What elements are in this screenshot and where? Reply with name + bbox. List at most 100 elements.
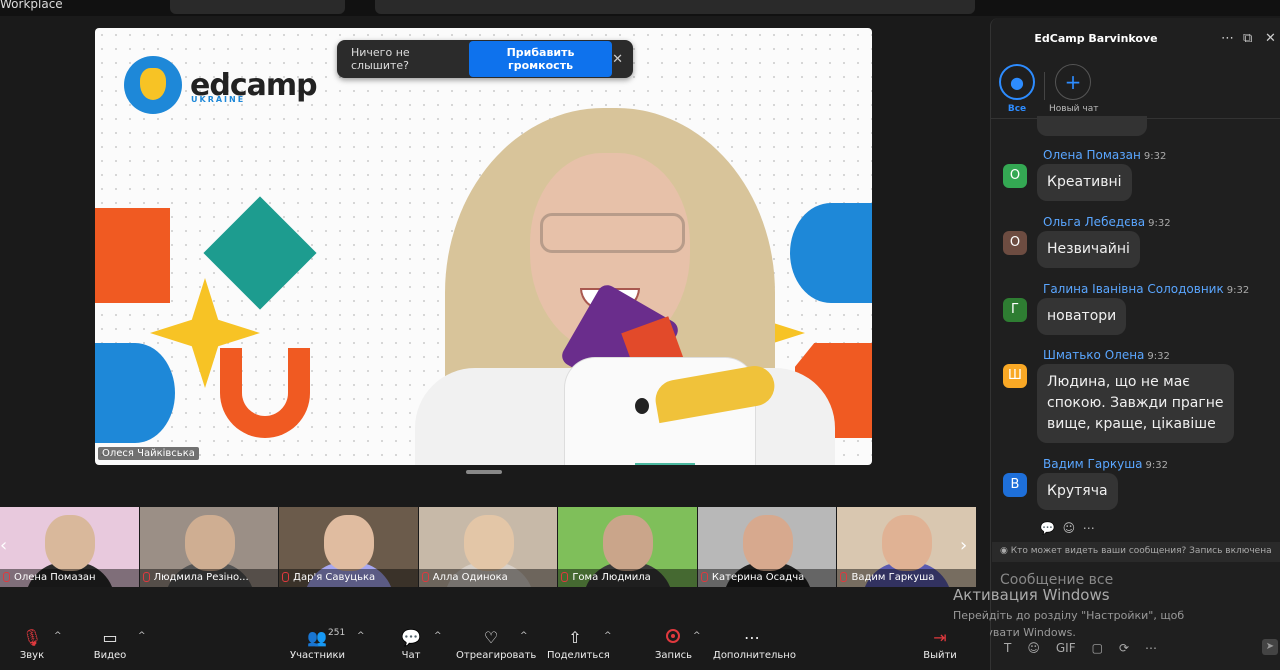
channel-new-chat[interactable]: + Новый чат xyxy=(1049,64,1098,114)
participant-tile[interactable]: Дар'я Савуцька xyxy=(279,507,418,587)
participant-tile[interactable]: Гома Людмила xyxy=(558,507,697,587)
meeting-toolbar: 🎙 Звук ^ ▭ Видео ^ 👥 251 Участники ^ 💬 Ча… xyxy=(0,622,990,670)
chevron-up-icon[interactable]: ^ xyxy=(138,631,146,641)
mic-off-icon xyxy=(3,572,10,582)
audio-label: Звук xyxy=(19,650,45,661)
emoji-icon[interactable]: ☺ xyxy=(1063,521,1076,535)
top-strip: Workplace xyxy=(0,0,1280,16)
audio-toast: Ничего не слышите? Прибавить громкость ✕ xyxy=(337,40,633,78)
screenshot-icon[interactable]: ⟳ xyxy=(1119,641,1129,655)
avatar: Ш xyxy=(1003,364,1027,388)
more-button[interactable]: ⋯ Дополнительно xyxy=(713,628,796,661)
share-label: Поделиться xyxy=(547,650,610,661)
message-sender[interactable]: Вадим Гаркуша 9:32 xyxy=(1043,457,1168,471)
file-icon[interactable]: ▢ xyxy=(1092,641,1103,655)
visibility-text: Кто может видеть ваши сообщения? Запись … xyxy=(1010,546,1272,556)
chevron-up-icon[interactable]: ^ xyxy=(520,631,528,641)
participant-name: Олена Помазан xyxy=(0,569,139,587)
more-icon[interactable]: ⋯ xyxy=(1145,641,1157,655)
message-line: Крутяча xyxy=(1047,483,1108,499)
message-bubble[interactable]: Незвичайні xyxy=(1037,231,1140,268)
chevron-left-icon[interactable]: ‹ xyxy=(0,535,7,556)
mic-off-icon xyxy=(561,572,569,582)
participant-name: Дар'я Савуцька xyxy=(279,569,418,587)
mic-off-icon xyxy=(421,572,429,582)
message-line: Креативні xyxy=(1047,174,1122,190)
active-speaker-name: Олеся Чайківська xyxy=(98,447,199,460)
avatar: В xyxy=(1003,473,1027,497)
eye-icon: ◉ xyxy=(1000,546,1011,556)
message-actions: 💬 ☺ ⋯ xyxy=(1040,521,1095,535)
leave-label: Выйти xyxy=(923,650,957,661)
more-icon[interactable]: ⋯ xyxy=(1221,31,1234,46)
tab-2[interactable] xyxy=(375,0,975,14)
chat-label: Чат xyxy=(401,650,421,661)
more-icon[interactable]: ⋯ xyxy=(1083,521,1095,535)
resize-handle[interactable] xyxy=(466,470,502,474)
app-title: Workplace xyxy=(0,0,63,11)
message-line: вище, краще, цікавіше xyxy=(1047,416,1216,432)
message-line: новатори xyxy=(1047,308,1117,324)
gif-icon[interactable]: GIF xyxy=(1056,641,1076,655)
chevron-up-icon[interactable]: ^ xyxy=(604,631,612,641)
gallery-strip: Олена Помазан Людмила Резіно... Дар'я Саву… xyxy=(0,507,977,587)
participant-tile[interactable]: Алла Одинока xyxy=(418,507,558,587)
channel-all[interactable]: ● Все xyxy=(999,64,1035,114)
participant-tile[interactable]: Катерина Осадча xyxy=(697,507,837,587)
participant-tile[interactable]: Людмила Резіно... xyxy=(139,507,279,587)
chevron-up-icon[interactable]: ^ xyxy=(357,631,365,641)
chevron-up-icon[interactable]: ^ xyxy=(693,631,701,641)
leave-button[interactable]: ⇥ Выйти xyxy=(922,628,958,661)
message-time: 9:32 xyxy=(1143,151,1167,162)
sender-name: Ольга Лебедєва xyxy=(1043,215,1146,229)
participant-tile[interactable]: Олена Помазан xyxy=(0,507,139,587)
avatar: Г xyxy=(1003,298,1027,322)
text-format-icon[interactable]: T xyxy=(1004,641,1011,655)
tab-1[interactable] xyxy=(170,0,345,14)
send-icon[interactable]: ➤ xyxy=(1262,639,1278,655)
chat-button[interactable]: 💬 Чат xyxy=(400,628,422,661)
message-time: 9:32 xyxy=(1147,351,1170,362)
chat-visibility-notice[interactable]: ◉ Кто может видеть ваши сообщения? Запис… xyxy=(992,542,1280,562)
divider xyxy=(1044,72,1045,100)
increase-volume-button[interactable]: Прибавить громкость xyxy=(468,41,613,77)
mic-off-icon: 🎙 xyxy=(21,628,43,647)
message-bubble[interactable]: Крутяча xyxy=(1037,473,1118,510)
mic-off-icon xyxy=(700,572,708,582)
participants-button[interactable]: 👥 251 Участники xyxy=(290,628,346,661)
chevron-right-icon[interactable]: › xyxy=(960,535,967,556)
record-label: Запись xyxy=(655,650,692,661)
message-sender[interactable]: Галина Іванівна Солодовник 9:32 xyxy=(1043,282,1249,296)
reply-icon[interactable]: 💬 xyxy=(1040,521,1055,535)
message-bubble[interactable]: Креативні xyxy=(1037,164,1132,201)
participants-label: Участники xyxy=(290,650,346,661)
chat-format-toolbar: T ☺ GIF ▢ ⟳ ⋯ xyxy=(1004,641,1157,655)
emoji-icon[interactable]: ☺ xyxy=(1027,641,1040,655)
message-bubble[interactable]: новатори xyxy=(1037,298,1127,335)
message-sender[interactable]: Олена Помазан 9:32 xyxy=(1043,148,1166,162)
exit-icon: ⇥ xyxy=(933,628,947,647)
participant-tile[interactable]: Вадим Гаркуша xyxy=(837,507,977,587)
chat-title: EdCamp Barvinkove xyxy=(1034,32,1158,45)
popout-icon[interactable]: ⧉ xyxy=(1243,31,1252,46)
close-icon[interactable]: ✕ xyxy=(612,52,623,67)
chevron-up-icon[interactable]: ^ xyxy=(54,631,62,641)
channel-label: Новый чат xyxy=(1049,104,1099,114)
participant-name-text: Гома Людмила xyxy=(572,572,651,583)
participant-name: Людмила Резіно... xyxy=(139,569,279,587)
react-button[interactable]: ♡ Отреагировать xyxy=(456,628,536,661)
chevron-up-icon[interactable]: ^ xyxy=(434,631,442,641)
slide-shape xyxy=(220,348,310,438)
message-line: спокою. Завжди прагне xyxy=(1047,395,1224,411)
message-sender[interactable]: Шматько Олена 9:32 xyxy=(1043,348,1170,362)
share-button[interactable]: ⇧ Поделиться xyxy=(547,628,610,661)
zoom-window: Workplace ⋯ edc xyxy=(0,0,1280,670)
message-line: Незвичайні xyxy=(1047,241,1130,257)
video-button[interactable]: ▭ Видео xyxy=(92,628,128,661)
audio-button[interactable]: 🎙 Звук xyxy=(16,628,48,661)
message-line: Людина, що не має xyxy=(1047,374,1190,390)
message-sender[interactable]: Ольга Лебедєва 9:32 xyxy=(1043,215,1171,229)
message-bubble[interactable]: Людина, що не має спокою. Завжди прагне ви… xyxy=(1037,364,1234,443)
close-icon[interactable]: ✕ xyxy=(1265,31,1276,46)
record-button[interactable]: Запись xyxy=(655,628,692,661)
